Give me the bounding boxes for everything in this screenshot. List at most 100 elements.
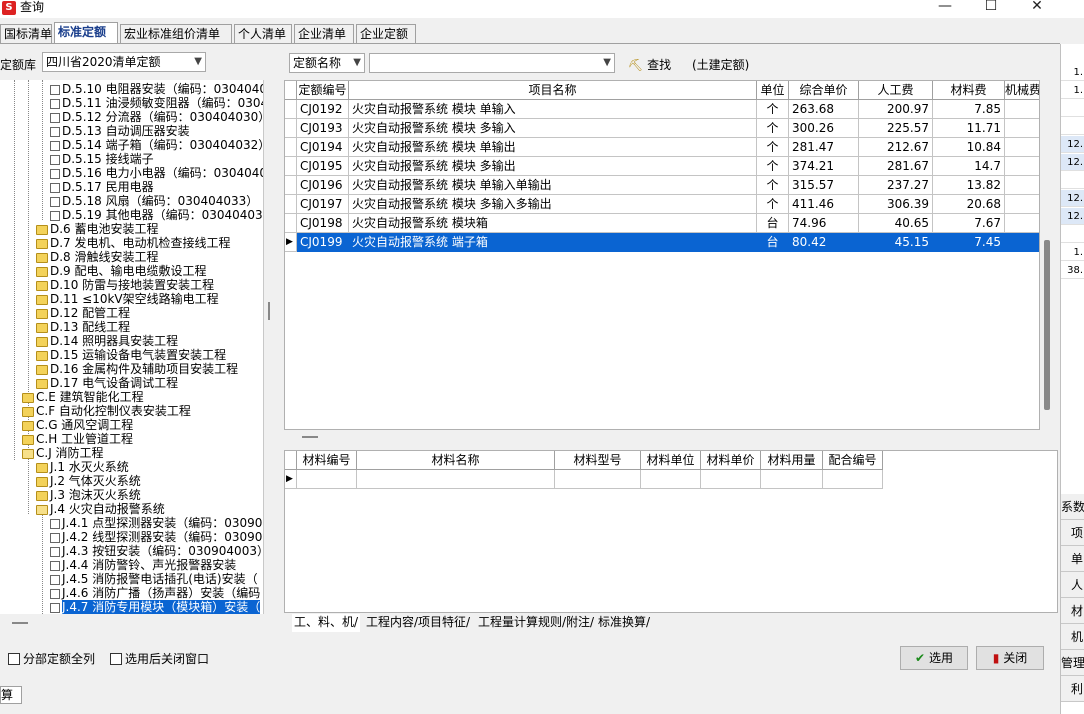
- tree-node[interactable]: J.4.1 点型探测器安装（编码：03090: [50, 516, 262, 530]
- tree-node[interactable]: C.F 自动化控制仪表安装工程: [22, 404, 191, 418]
- tree-node[interactable]: J.4.2 线型探测器安装（编码：03090: [50, 530, 262, 544]
- library-tabs: 国标清单 标准定额 宏业标准组价清单 个人清单 企业清单 企业定额: [0, 22, 1060, 44]
- library-select[interactable]: 四川省2020清单定额 ▼: [42, 52, 206, 72]
- background-window-strip: 1. 1. 12. 12. 12. 12. 1. 38. 系数项单人材机管理利: [1060, 44, 1084, 714]
- tree-node[interactable]: D.11 ≤10kV架空线路输电工程: [36, 292, 219, 306]
- tree-node[interactable]: D.5.12 分流器（编码：030404030）: [50, 110, 263, 124]
- tab-work-content[interactable]: 工程内容/项目特征/: [364, 614, 472, 632]
- tree-scroll-grip[interactable]: [12, 622, 28, 624]
- tree-node[interactable]: D.13 配线工程: [36, 320, 130, 334]
- tree-node[interactable]: D.17 电气设备调试工程: [36, 376, 178, 390]
- quota-table[interactable]: 定额编号 项目名称 单位 综合单价 人工费 材料费 机械费 CJ0192 火灾自动报警系统 模块…: [284, 80, 1040, 430]
- tree-node[interactable]: D.12 配管工程: [36, 306, 130, 320]
- row-indicator: [285, 176, 297, 195]
- column-header[interactable]: 综合单价: [789, 81, 859, 100]
- tab-national-list[interactable]: 国标清单: [0, 24, 52, 44]
- close-after-select-checkbox[interactable]: 选用后关闭窗口: [110, 650, 209, 667]
- tree-node[interactable]: D.5.10 电阻器安装（编码：0304040: [50, 82, 263, 96]
- tree-node[interactable]: D.6 蓄电池安装工程: [36, 222, 159, 236]
- tree-node[interactable]: J.4.5 消防报警电话插孔(电话)安装（: [50, 572, 258, 586]
- close-button-label: 关闭: [1003, 651, 1028, 665]
- table-cell[interactable]: [555, 470, 641, 489]
- tree-node[interactable]: D.5.13 自动调压器安装: [50, 124, 190, 138]
- table-cell[interactable]: [761, 470, 823, 489]
- column-header[interactable]: 人工费: [859, 81, 933, 100]
- tree-node[interactable]: J.2 气体灭火系统: [36, 474, 141, 488]
- tree-node[interactable]: D.5.18 风扇（编码：030404033）: [50, 194, 258, 208]
- table-cell[interactable]: [823, 470, 883, 489]
- maximize-button[interactable]: ☐: [976, 0, 1006, 16]
- search-field-select[interactable]: 定额名称 ▼: [289, 53, 365, 73]
- tree-node[interactable]: C.E 建筑智能化工程: [22, 390, 144, 404]
- table-cell-unit: 个: [757, 157, 789, 176]
- tree-node[interactable]: D.5.16 电力小电器（编码：0304040: [50, 166, 263, 180]
- tab-personal-list[interactable]: 个人清单: [234, 24, 292, 44]
- tab-enterprise-quota[interactable]: 企业定额: [356, 24, 416, 44]
- tree-node[interactable]: J.1 水灭火系统: [36, 460, 129, 474]
- tree-node[interactable]: D.5.17 民用电器: [50, 180, 154, 194]
- table-cell-code: CJ0193: [297, 119, 349, 138]
- column-header[interactable]: 材料单位: [641, 451, 701, 470]
- row-indicator: ▶: [285, 470, 297, 489]
- tree-node[interactable]: C.J 消防工程: [22, 446, 104, 460]
- search-input[interactable]: ▼: [369, 53, 615, 73]
- tab-enterprise-list[interactable]: 企业清单: [294, 24, 354, 44]
- background-cell: 38.: [1061, 262, 1084, 279]
- column-header[interactable]: 配合编号: [823, 451, 883, 470]
- tree-node[interactable]: J.4 火灾自动报警系统: [36, 502, 165, 516]
- tree-node[interactable]: J.4.4 消防警铃、声光报警器安装: [50, 558, 236, 572]
- document-icon: [50, 588, 60, 599]
- column-header[interactable]: 单位: [757, 81, 789, 100]
- tab-standard-conversion[interactable]: 标准换算/: [596, 614, 652, 632]
- table-cell[interactable]: [357, 470, 555, 489]
- tree-node[interactable]: J.4.3 按钮安装（编码：030904003）: [50, 544, 263, 558]
- tree-node[interactable]: D.10 防雷与接地装置安装工程: [36, 278, 214, 292]
- table-cell-material: 7.85: [933, 100, 1005, 119]
- panel-splitter-grip[interactable]: [302, 436, 318, 438]
- close-window-button[interactable]: ✕: [1022, 0, 1052, 16]
- material-table[interactable]: 材料编号 材料名称 材料型号 材料单位 材料单价 材料用量 配合编号 ▶: [284, 450, 1058, 613]
- table-cell-name: 火灾自动报警系统 模块 单输入: [349, 100, 757, 119]
- tree-node[interactable]: C.G 通风空调工程: [22, 418, 133, 432]
- table-cell[interactable]: [641, 470, 701, 489]
- column-header[interactable]: 材料编号: [297, 451, 357, 470]
- splitter-handle[interactable]: [268, 302, 270, 320]
- table-cell[interactable]: [297, 470, 357, 489]
- minimize-button[interactable]: —: [930, 0, 960, 16]
- tree-node[interactable]: D.5.11 油浸频敏变阻器（编码：0304: [50, 96, 263, 110]
- column-header[interactable]: 项目名称: [349, 81, 757, 100]
- show-all-checkbox[interactable]: 分部定额全列: [8, 650, 95, 667]
- close-button[interactable]: ▮ 关闭: [976, 646, 1044, 670]
- tree-node[interactable]: D.5.19 其他电器（编码：030404036: [50, 208, 263, 222]
- column-header[interactable]: 机械费: [1005, 81, 1039, 100]
- tree-node[interactable]: J.3 泡沫灭火系统: [36, 488, 141, 502]
- tree-node[interactable]: D.8 滑触线安装工程: [36, 250, 159, 264]
- column-header[interactable]: 材料用量: [761, 451, 823, 470]
- tree-node[interactable]: D.14 照明器具安装工程: [36, 334, 178, 348]
- column-header[interactable]: 材料单价: [701, 451, 761, 470]
- column-header[interactable]: 材料名称: [357, 451, 555, 470]
- tab-calc-rules[interactable]: 工程量计算规则/附注/: [476, 614, 596, 632]
- column-header[interactable]: 定额编号: [297, 81, 349, 100]
- tab-labor-material-machine[interactable]: 工、料、机/: [292, 614, 361, 632]
- tab-hongye-list[interactable]: 宏业标准组价清单: [120, 24, 232, 44]
- tree-node[interactable]: D.15 运输设备电气装置安装工程: [36, 348, 226, 362]
- column-header[interactable]: 材料型号: [555, 451, 641, 470]
- find-button[interactable]: ⛏ 查找: [628, 56, 671, 73]
- tree-node[interactable]: D.5.15 接线端子: [50, 152, 154, 166]
- tree-node[interactable]: D.7 发电机、电动机检查接线工程: [36, 236, 231, 250]
- table-cell-unit: 台: [757, 233, 789, 252]
- tab-standard-quota[interactable]: 标准定额: [54, 22, 118, 44]
- tree-node[interactable]: D.16 金属构件及辅助项目安装工程: [36, 362, 238, 376]
- tree-node[interactable]: D.5.14 端子箱（编码：030404032）: [50, 138, 263, 152]
- column-header[interactable]: 材料费: [933, 81, 1005, 100]
- tree-node[interactable]: J.4.7 消防专用模块（模块箱）安装（: [50, 600, 261, 614]
- tree-node[interactable]: C.H 工业管道工程: [22, 432, 133, 446]
- table-cell[interactable]: [701, 470, 761, 489]
- quota-tree[interactable]: D.5.10 电阻器安装（编码：0304040 D.5.11 油浸频敏变阻器（编码…: [0, 80, 264, 614]
- tree-node[interactable]: D.9 配电、输电电缆敷设工程: [36, 264, 207, 278]
- select-button[interactable]: ✔ 选用: [900, 646, 968, 670]
- tree-node[interactable]: J.4.6 消防广播（扬声器）安装（编码: [50, 586, 260, 600]
- quota-table-scrollbar[interactable]: [1044, 240, 1050, 410]
- tab-work-content-label: 工程内容/项目特征: [366, 615, 467, 629]
